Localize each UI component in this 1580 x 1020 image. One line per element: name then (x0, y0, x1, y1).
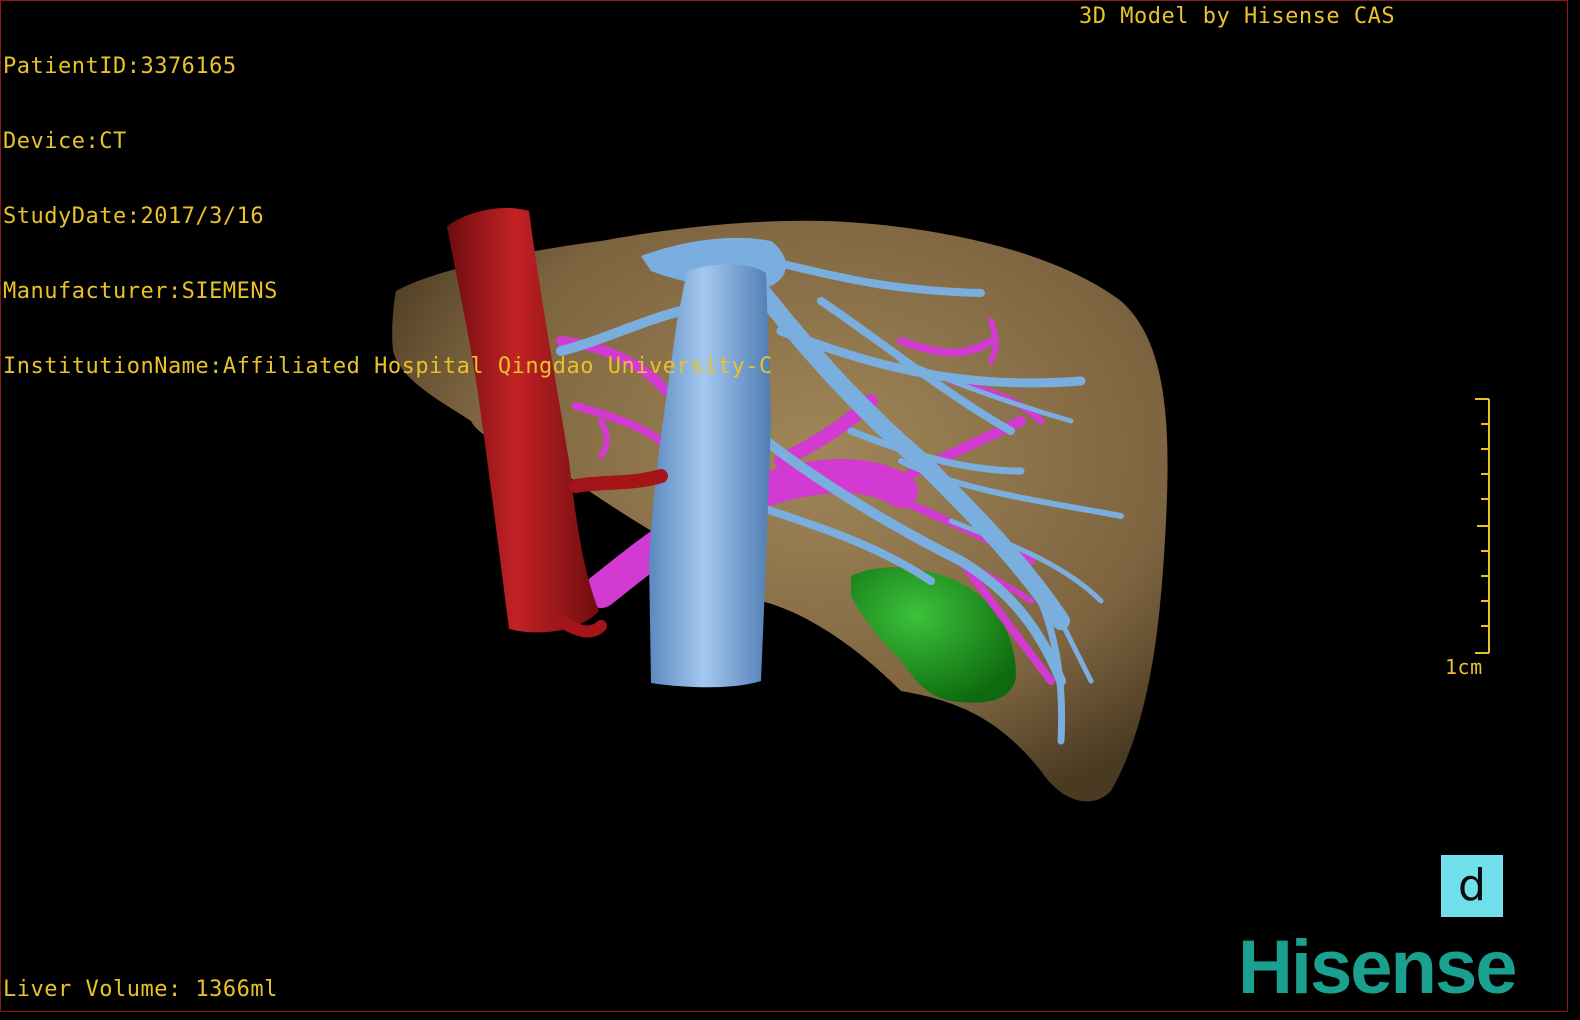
aorta-branch (569, 469, 668, 493)
patient-info-block: PatientID:3376165 Device:CT StudyDate:20… (3, 4, 773, 429)
orientation-cube[interactable]: d (1441, 855, 1503, 917)
manufacturer-text: Manufacturer:SIEMENS (3, 279, 278, 304)
3d-viewport[interactable]: PatientID:3376165 Device:CT StudyDate:20… (0, 0, 1568, 1012)
hisense-logo: Hisense (1238, 925, 1517, 1010)
institution-text: InstitutionName:Affiliated Hospital Qing… (3, 354, 773, 379)
scale-bar (1475, 398, 1490, 654)
device-text: Device:CT (3, 129, 127, 154)
model-credit-text: 3D Model by Hisense CAS (1079, 4, 1396, 29)
scale-label: 1cm (1445, 655, 1483, 679)
patient-id-text: PatientID:3376165 (3, 54, 237, 79)
liver-volume-text: Liver Volume: 1366ml (3, 977, 278, 1002)
study-date-text: StudyDate:2017/3/16 (3, 204, 265, 229)
